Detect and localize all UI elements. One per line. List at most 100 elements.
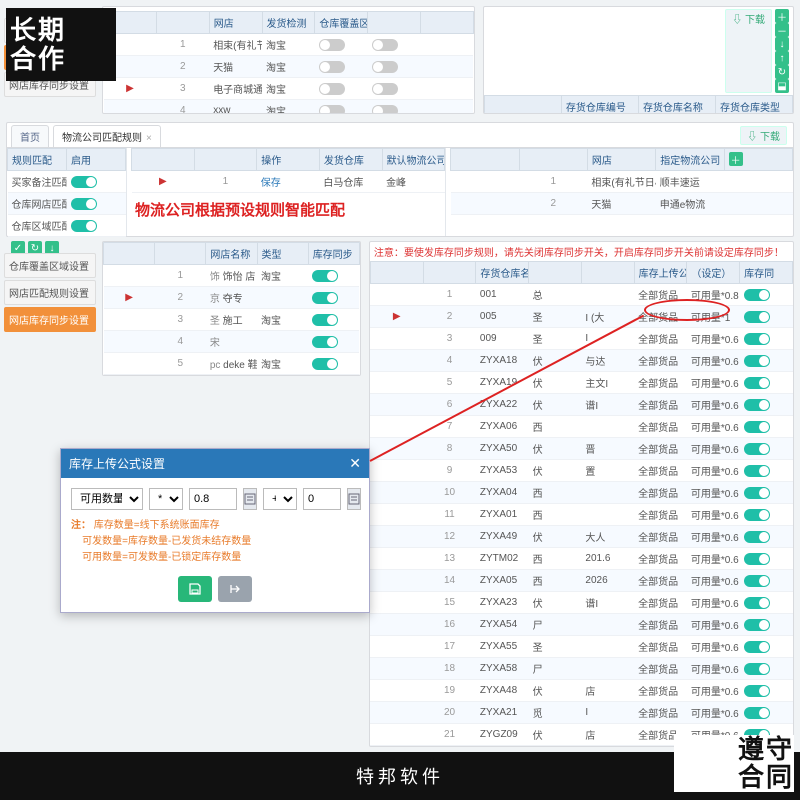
- action-icon[interactable]: ↻: [775, 65, 789, 79]
- table-row[interactable]: 1相束(有礼节日小屋淘宝: [104, 34, 474, 56]
- toggle-switch[interactable]: [744, 311, 770, 323]
- table-row[interactable]: 2天猫申通e物流: [451, 193, 793, 215]
- table-row[interactable]: 10ZYXA04西全部货品可用量*0.6: [370, 482, 792, 504]
- table-row[interactable]: 2天猫淘宝: [104, 56, 474, 78]
- toggle-switch[interactable]: [71, 176, 97, 188]
- toggle-switch[interactable]: [744, 553, 770, 565]
- toggle-switch[interactable]: [744, 575, 770, 587]
- action-icon[interactable]: －: [775, 23, 789, 37]
- sidebar-item[interactable]: 网店匹配规则设置: [4, 280, 96, 305]
- toggle-switch[interactable]: [312, 336, 338, 348]
- table-row[interactable]: 13ZYTM02西201.6全部货品可用量*0.6: [370, 548, 792, 570]
- close-icon[interactable]: ✕: [349, 455, 361, 472]
- download-button[interactable]: ⇩ 下载: [725, 9, 772, 93]
- val1-input[interactable]: [189, 488, 237, 510]
- save-button[interactable]: [178, 576, 212, 602]
- section-warehouse-match: 仓库覆盖区域设置网店默认仓库设置网店库存同步设置 受卖仓库根据预设规则智能匹配 …: [4, 4, 796, 116]
- table-row[interactable]: 3009圣I全部货品可用量*0.6: [370, 328, 792, 350]
- table-row[interactable]: 1001总全部货品可用量*0.8: [370, 284, 792, 306]
- table-row[interactable]: 仓库区域匹配: [8, 215, 126, 237]
- action-icon[interactable]: ＋: [775, 9, 789, 23]
- table-row[interactable]: 12ZYXA49伏大人全部货品可用量*0.6: [370, 526, 792, 548]
- tab[interactable]: 物流公司匹配规则×: [53, 125, 161, 147]
- table-row[interactable]: 17ZYXA55圣全部货品可用量*0.6: [370, 636, 792, 658]
- calculator-icon[interactable]: [347, 488, 361, 510]
- toggle-switch[interactable]: [744, 663, 770, 675]
- toggle-switch[interactable]: [319, 61, 345, 73]
- toggle-switch[interactable]: [372, 61, 398, 73]
- toggle-switch[interactable]: [744, 355, 770, 367]
- add-icon[interactable]: ＋: [729, 152, 743, 166]
- table-row[interactable]: 16ZYXA54尸全部货品可用量*0.6: [370, 614, 792, 636]
- formula-note: 注： 库存数量=线下系统账面库存 可发数量=库存数量-已发货未结存数量 可用数量…: [71, 518, 359, 566]
- table-row[interactable]: 4宋: [104, 331, 360, 353]
- table-row[interactable]: 14ZYXA05西2026全部货品可用量*0.6: [370, 570, 792, 592]
- toggle-switch[interactable]: [744, 509, 770, 521]
- toggle-switch[interactable]: [744, 399, 770, 411]
- toggle-switch[interactable]: [744, 641, 770, 653]
- table-row[interactable]: 1相束(有礼节日小屋,电子商城通用用户,京东测试顺丰速运: [451, 171, 793, 193]
- toggle-switch[interactable]: [744, 333, 770, 345]
- op2-select[interactable]: +: [263, 488, 297, 510]
- table-row[interactable]: 5pc deke 鞋店淘宝: [104, 353, 360, 375]
- toggle-switch[interactable]: [744, 487, 770, 499]
- toggle-switch[interactable]: [744, 443, 770, 455]
- table-row[interactable]: ▶3电子商城通用用户淘宝: [104, 78, 474, 100]
- table-row[interactable]: 19ZYXA48伏店全部货品可用量*0.6: [370, 680, 792, 702]
- action-icon[interactable]: ↑: [775, 51, 789, 65]
- toggle-switch[interactable]: [312, 358, 338, 370]
- download-button[interactable]: ⇩ 下载: [740, 126, 787, 145]
- sidebar-item[interactable]: 仓库覆盖区域设置: [4, 253, 96, 278]
- toggle-switch[interactable]: [744, 421, 770, 433]
- table-row[interactable]: 6ZYXA22伏谱I全部货品可用量*0.6: [370, 394, 792, 416]
- sidebar-item[interactable]: 网店库存同步设置: [4, 307, 96, 332]
- toggle-switch[interactable]: [319, 83, 345, 95]
- table-row[interactable]: 4ZYXA18伏与达全部货品可用量*0.6: [370, 350, 792, 372]
- toggle-switch[interactable]: [744, 597, 770, 609]
- store-logistics-table: 网店指定物流公司＋1相束(有礼节日小屋,电子商城通用用户,京东测试顺丰速运2天猫…: [450, 148, 793, 215]
- toggle-switch[interactable]: [319, 105, 345, 115]
- table-row[interactable]: 1饰 饰怡 店淘宝: [104, 265, 360, 287]
- toggle-switch[interactable]: [744, 377, 770, 389]
- toggle-switch[interactable]: [312, 292, 338, 304]
- table-row[interactable]: 8ZYXA50伏晋全部货品可用量*0.6: [370, 438, 792, 460]
- toggle-switch[interactable]: [372, 105, 398, 115]
- action-icon[interactable]: ↓: [775, 37, 789, 51]
- toggle-switch[interactable]: [744, 619, 770, 631]
- tab[interactable]: 首页: [11, 125, 49, 147]
- table-row[interactable]: 11ZYXA01西全部货品可用量*0.6: [370, 504, 792, 526]
- toggle-switch[interactable]: [71, 220, 97, 232]
- table-row[interactable]: 4xxw淘宝: [104, 100, 474, 115]
- toggle-switch[interactable]: [744, 685, 770, 697]
- table-row[interactable]: 20ZYXA21觅I全部货品可用量*0.6: [370, 702, 792, 724]
- toggle-switch[interactable]: [372, 83, 398, 95]
- toggle-switch[interactable]: [744, 465, 770, 477]
- table-row[interactable]: 15ZYXA23伏谱I全部货品可用量*0.6: [370, 592, 792, 614]
- toggle-switch[interactable]: [744, 289, 770, 301]
- table-row[interactable]: 3圣 施工淘宝: [104, 309, 360, 331]
- table-row[interactable]: 仓库网店匹配: [8, 193, 126, 215]
- table-row[interactable]: 5ZYXA19伏主文I全部货品可用量*0.6: [370, 372, 792, 394]
- toggle-switch[interactable]: [312, 270, 338, 282]
- calculator-icon[interactable]: [243, 488, 257, 510]
- table-row[interactable]: 7ZYXA06西全部货品可用量*0.6: [370, 416, 792, 438]
- table-row[interactable]: ▶1保存白马仓库金峰: [132, 171, 445, 193]
- table-row[interactable]: ▶2005圣I (大全部货品可用量*1: [370, 306, 792, 328]
- close-icon[interactable]: ×: [146, 133, 152, 144]
- toggle-switch[interactable]: [71, 198, 97, 210]
- toggle-switch[interactable]: [744, 707, 770, 719]
- toggle-switch[interactable]: [319, 39, 345, 51]
- table-row[interactable]: ▶2京 夺专: [104, 287, 360, 309]
- op1-select[interactable]: *: [149, 488, 183, 510]
- toggle-switch[interactable]: [312, 314, 338, 326]
- export-button[interactable]: [218, 576, 252, 602]
- action-icon[interactable]: ⬓: [775, 79, 789, 93]
- table-row[interactable]: 买家备注匹配: [8, 171, 126, 193]
- section3-sidebar: 仓库覆盖区域设置网店匹配规则设置网店库存同步设置: [4, 239, 96, 332]
- table-row[interactable]: 9ZYXA53伏置全部货品可用量*0.6: [370, 460, 792, 482]
- val2-input[interactable]: [303, 488, 341, 510]
- quantity-select[interactable]: 可用数量: [71, 488, 143, 510]
- table-row[interactable]: 18ZYXA58尸全部货品可用量*0.6: [370, 658, 792, 680]
- toggle-switch[interactable]: [372, 39, 398, 51]
- toggle-switch[interactable]: [744, 531, 770, 543]
